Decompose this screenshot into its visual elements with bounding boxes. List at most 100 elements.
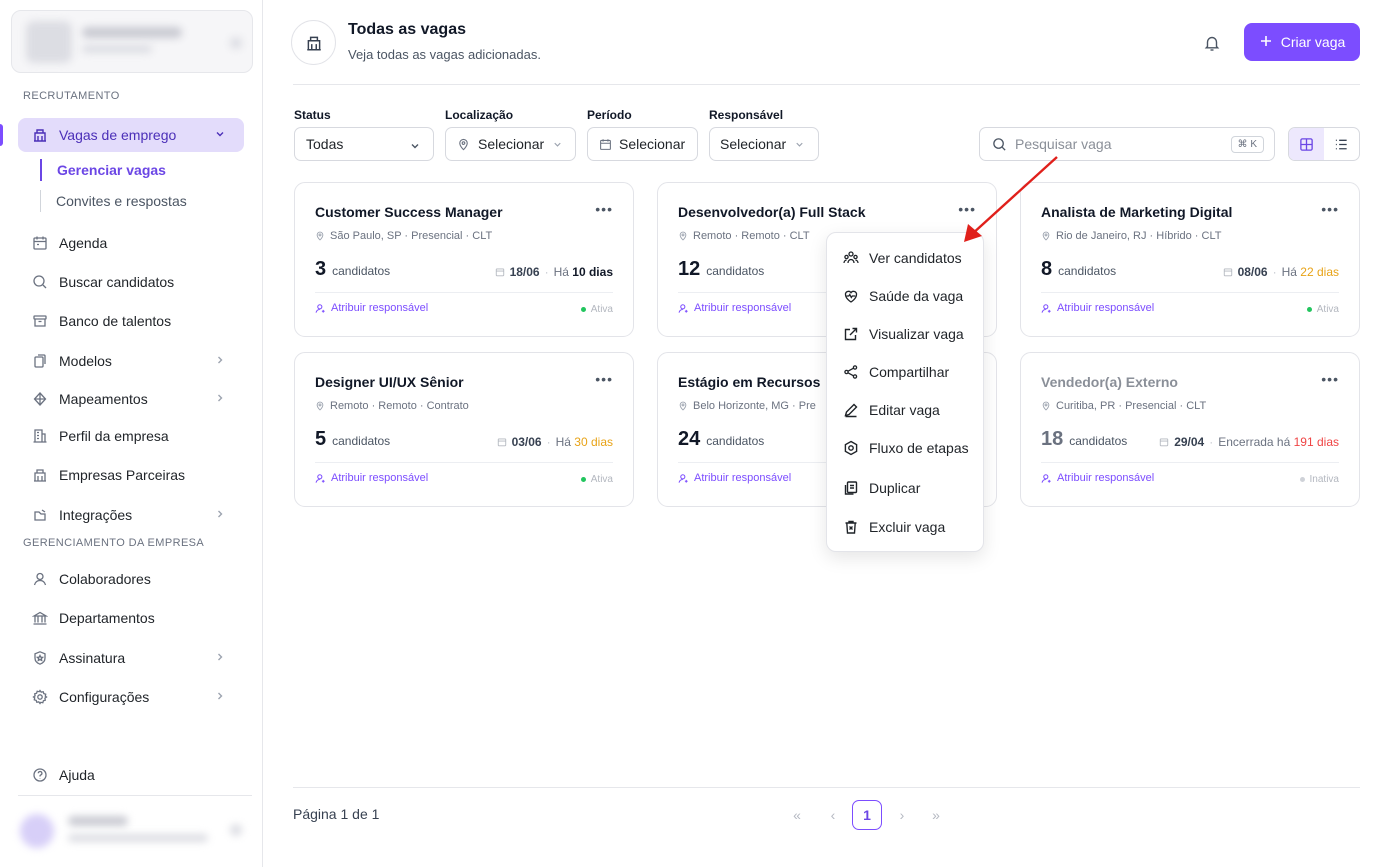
candidate-count-number: 24 (678, 428, 701, 450)
active-indicator (0, 124, 3, 146)
sidebar-subitem-manage-jobs[interactable]: Gerenciar vagas (40, 159, 240, 181)
location-pin-icon (678, 231, 688, 241)
calendar-icon (1159, 437, 1169, 447)
candidate-count[interactable]: 5 candidatos (315, 428, 390, 451)
job-date: 08/06 (1237, 265, 1268, 279)
menu-item-job-health[interactable]: Saúde da vaga (843, 285, 963, 307)
bell-icon[interactable] (1202, 33, 1222, 53)
job-title[interactable]: Desenvolvedor(a) Full Stack (678, 204, 866, 220)
page-button-current[interactable]: 1 (852, 800, 882, 830)
job-card[interactable]: Vendedor(a) Externo ••• Curitiba, PR · P… (1020, 352, 1360, 507)
last-page-button[interactable]: » (922, 800, 950, 830)
menu-item-preview-job[interactable]: Visualizar vaga (843, 323, 964, 345)
job-meta: São Paulo, SP · Presencial · CLT (315, 230, 492, 242)
sidebar-item-company-profile[interactable]: Perfil da empresa (18, 419, 244, 453)
card-divider (315, 462, 613, 463)
page-info: Página 1 de 1 (293, 806, 380, 822)
next-page-button[interactable]: › (888, 800, 916, 830)
sidebar-item-settings[interactable]: Configurações (18, 680, 244, 714)
menu-item-duplicate[interactable]: Duplicar (843, 477, 920, 499)
more-options-icon[interactable]: ••• (1321, 201, 1339, 217)
sidebar-item-label: Assinatura (59, 650, 126, 666)
more-options-icon[interactable]: ••• (595, 371, 613, 387)
menu-item-label: Fluxo de etapas (869, 440, 969, 456)
candidate-count[interactable]: 18 candidatos (1041, 428, 1127, 451)
sidebar-item-search-candidates[interactable]: Buscar candidatos (18, 265, 244, 299)
owner-select[interactable]: Selecionar (709, 127, 819, 161)
sidebar-item-jobs[interactable]: Vagas de emprego (18, 118, 244, 152)
status-badge: Ativa (1306, 304, 1339, 315)
job-title[interactable]: Customer Success Manager (315, 204, 503, 220)
shield-star-icon (32, 650, 48, 666)
separator-dot: · (544, 265, 549, 279)
user-email (68, 834, 208, 842)
list-view-button[interactable] (1324, 128, 1359, 160)
job-card[interactable]: Customer Success Manager ••• São Paulo, … (294, 182, 634, 337)
location-select[interactable]: Selecionar (445, 127, 576, 161)
sidebar-item-partners[interactable]: Empresas Parceiras (18, 458, 244, 492)
job-card[interactable]: Designer UI/UX Sênior ••• Remoto · Remot… (294, 352, 634, 507)
sidebar-item-subscription[interactable]: Assinatura (18, 641, 244, 675)
sidebar-item-mappings[interactable]: Mapeamentos (18, 382, 244, 416)
assign-owner-label: Atribuir responsável (331, 472, 429, 484)
job-card[interactable]: Analista de Marketing Digital ••• Rio de… (1020, 182, 1360, 337)
filter-location-label: Localização (445, 108, 514, 122)
sidebar-item-help[interactable]: Ajuda (18, 758, 244, 792)
assign-owner-link[interactable]: Atribuir responsável (678, 302, 791, 314)
job-days: Encerrada há 191 dias (1218, 435, 1339, 449)
sidebar-item-departments[interactable]: Departamentos (18, 601, 244, 635)
sidebar-item-templates[interactable]: Modelos (18, 344, 244, 378)
menu-item-view-candidates[interactable]: Ver candidatos (843, 247, 962, 269)
location-pin-icon (1041, 401, 1051, 411)
location-pin-icon (457, 138, 470, 151)
candidate-count[interactable]: 12 candidatos (678, 258, 764, 281)
sidebar-subitem-invites[interactable]: Convites e respostas (40, 190, 240, 212)
menu-item-edit-job[interactable]: Editar vaga (843, 399, 940, 421)
sidebar-item-integrations[interactable]: Integrações (18, 498, 244, 532)
chevron-right-icon (214, 392, 226, 407)
menu-item-stage-flow[interactable]: Fluxo de etapas (843, 437, 969, 459)
prev-page-button[interactable]: ‹ (819, 800, 847, 830)
card-divider (1041, 462, 1339, 463)
separator-dot: · (1272, 265, 1277, 279)
filter-status-label: Status (294, 108, 331, 122)
job-title[interactable]: Estágio em Recursos (678, 374, 820, 390)
create-job-button[interactable]: Criar vaga (1244, 23, 1360, 61)
company-name (82, 27, 182, 38)
status-dot (580, 477, 586, 482)
assign-owner-label: Atribuir responsável (331, 302, 429, 314)
candidate-count[interactable]: 24 candidatos (678, 428, 764, 451)
job-title[interactable]: Designer UI/UX Sênior (315, 374, 464, 390)
user-menu[interactable] (16, 806, 256, 854)
menu-item-delete-job[interactable]: Excluir vaga (843, 516, 945, 538)
candidate-count[interactable]: 8 candidatos (1041, 258, 1116, 281)
sidebar-item-label: Buscar candidatos (59, 274, 175, 290)
sidebar-item-collaborators[interactable]: Colaboradores (18, 562, 244, 596)
period-select[interactable]: Selecionar (587, 127, 698, 161)
menu-item-label: Duplicar (869, 480, 921, 496)
candidate-count[interactable]: 3 candidatos (315, 258, 390, 281)
assign-owner-link[interactable]: Atribuir responsável (1041, 472, 1154, 484)
first-page-button[interactable]: « (783, 800, 811, 830)
status-label: Ativa (1316, 304, 1339, 315)
status-select[interactable]: Todas (294, 127, 434, 161)
menu-item-share[interactable]: Compartilhar (843, 361, 949, 383)
assign-owner-link[interactable]: Atribuir responsável (315, 472, 428, 484)
sidebar-item-talent-bank[interactable]: Banco de talentos (18, 304, 244, 338)
share-icon (843, 364, 859, 380)
assign-owner-link[interactable]: Atribuir responsável (315, 302, 428, 314)
job-meta-text: Belo Horizonte, MG · Pre (693, 400, 816, 412)
assign-owner-link[interactable]: Atribuir responsável (678, 472, 791, 484)
job-title[interactable]: Analista de Marketing Digital (1041, 204, 1232, 220)
job-title[interactable]: Vendedor(a) Externo (1041, 374, 1178, 390)
assign-owner-link[interactable]: Atribuir responsável (1041, 302, 1154, 314)
candidate-count-label: candidatos (332, 264, 391, 278)
account-switcher[interactable] (11, 10, 253, 73)
more-options-icon[interactable]: ••• (595, 201, 613, 217)
chevron-right-icon (214, 508, 226, 523)
more-options-icon[interactable]: ••• (1321, 371, 1339, 387)
sidebar-item-label: Configurações (59, 689, 150, 705)
sidebar-item-agenda[interactable]: Agenda (18, 226, 244, 260)
grid-view-button[interactable] (1289, 128, 1324, 160)
job-meta: Curitiba, PR · Presencial · CLT (1041, 400, 1206, 412)
